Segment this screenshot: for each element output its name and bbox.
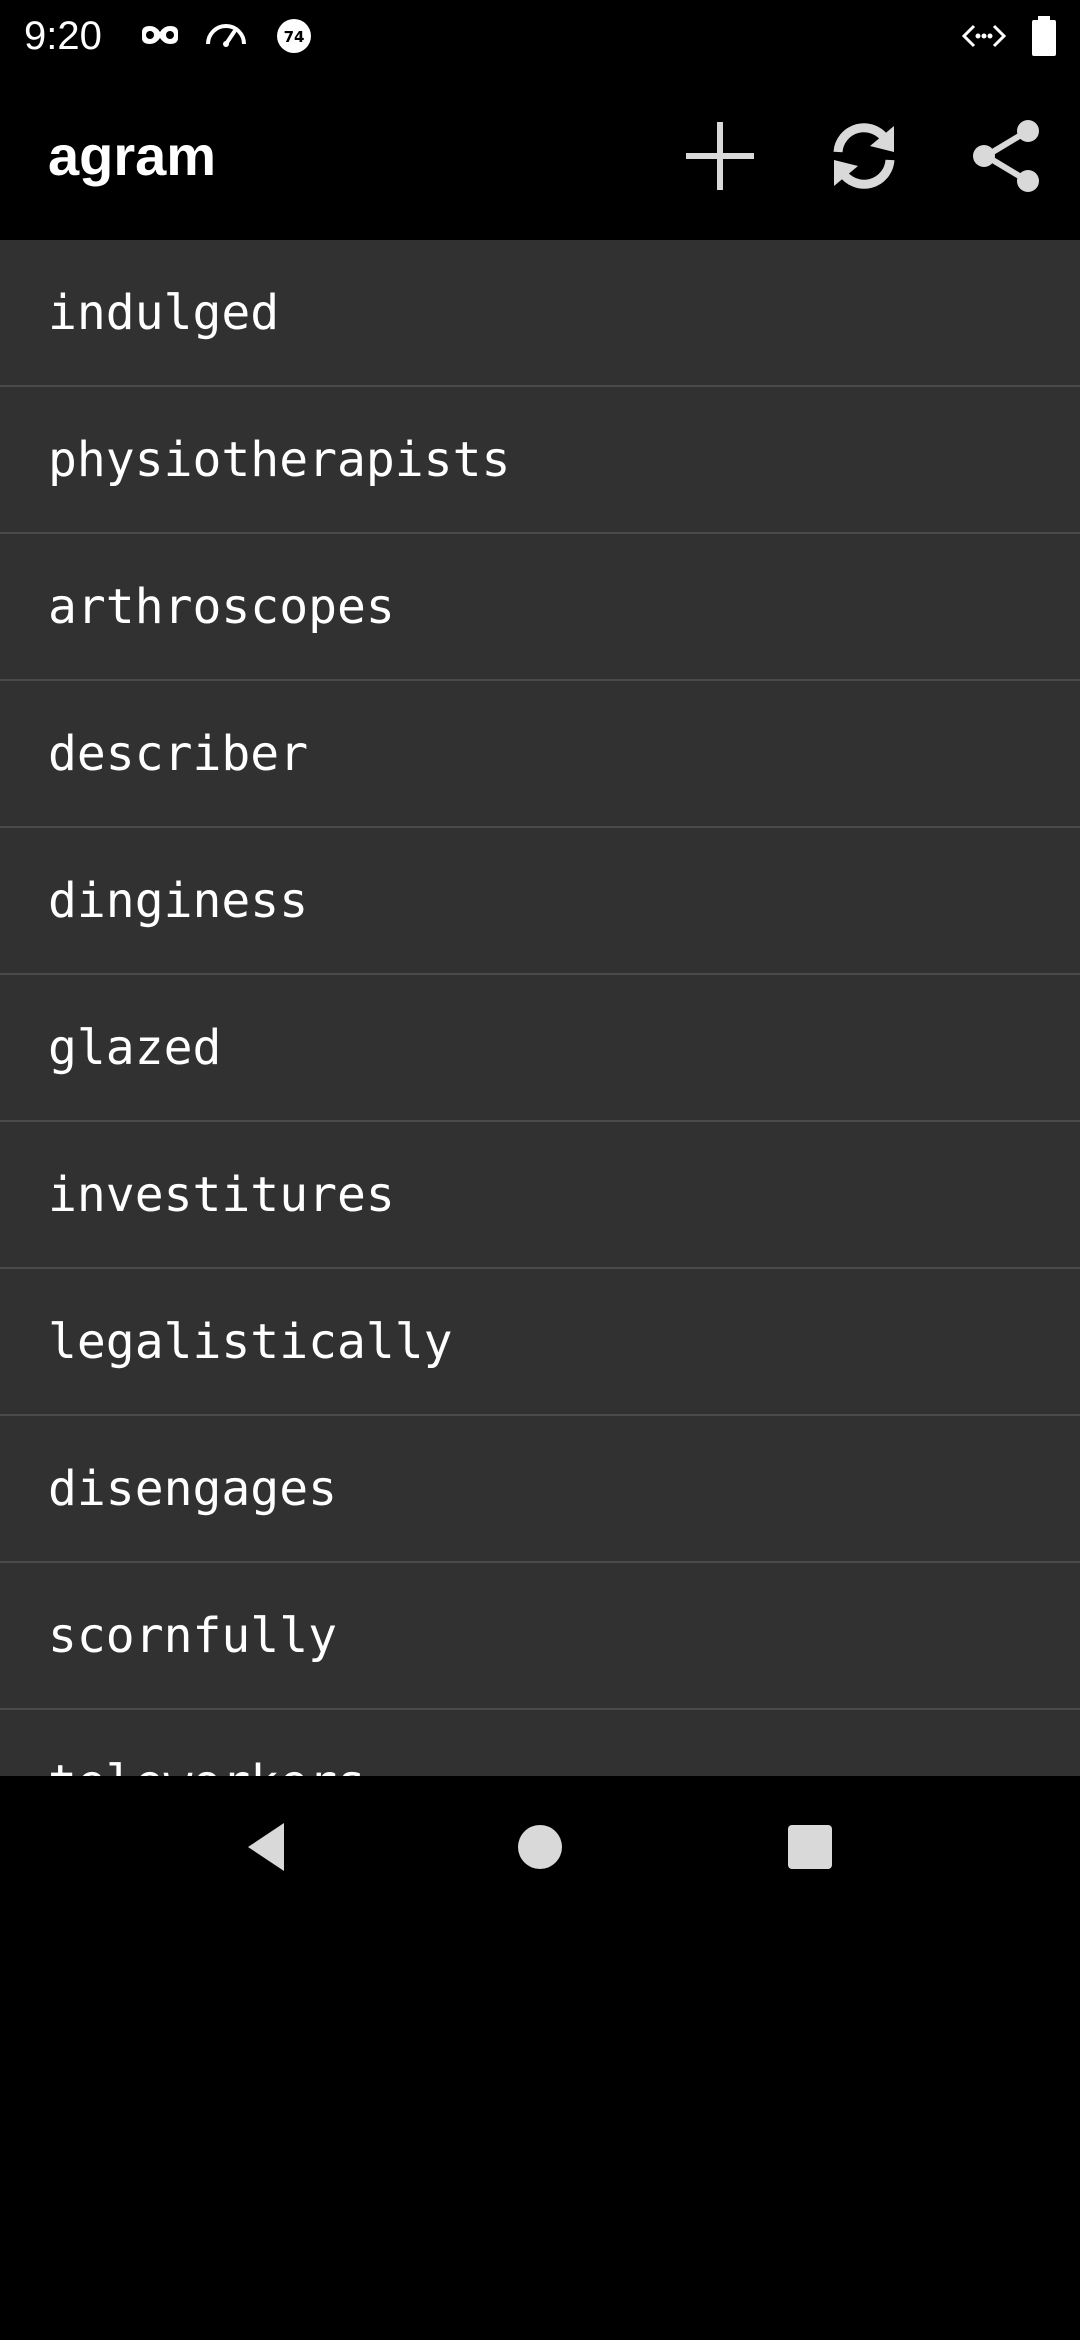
notification-badge-icon: 74 (272, 14, 316, 58)
home-button[interactable] (492, 1799, 588, 1895)
list-item[interactable]: arthroscopes (0, 534, 1080, 681)
share-button[interactable] (960, 108, 1056, 204)
home-icon (518, 1825, 562, 1869)
status-time: 9:20 (24, 14, 102, 58)
refresh-button[interactable] (816, 108, 912, 204)
refresh-icon (833, 123, 895, 189)
list-item[interactable]: teleworkers (0, 1710, 1080, 1777)
list-item[interactable]: investitures (0, 1122, 1080, 1269)
svg-text:74: 74 (284, 28, 305, 46)
back-icon (248, 1823, 284, 1871)
add-button[interactable] (672, 108, 768, 204)
app-title: agram (48, 124, 217, 187)
recents-button[interactable] (762, 1799, 858, 1895)
list-item[interactable]: legalistically (0, 1269, 1080, 1416)
list-item[interactable]: disengages (0, 1416, 1080, 1563)
word-list[interactable]: indulged physiotherapists arthroscopes d… (0, 240, 1080, 1776)
list-item[interactable]: glazed (0, 975, 1080, 1122)
add-icon (686, 122, 754, 190)
share-icon (973, 120, 1039, 192)
navigation-bar (0, 1776, 1080, 1918)
list-item[interactable]: dinginess (0, 828, 1080, 975)
list-item[interactable]: physiotherapists (0, 387, 1080, 534)
app-bar: agram (0, 72, 1080, 240)
back-button[interactable] (220, 1799, 316, 1895)
recents-icon (788, 1825, 832, 1869)
list-item[interactable]: scornfully (0, 1563, 1080, 1710)
status-bar: 9:20 74 (0, 0, 1080, 72)
list-item[interactable]: indulged (0, 240, 1080, 387)
list-item[interactable]: describer (0, 681, 1080, 828)
incognito-icon (138, 14, 182, 58)
code-icon (961, 14, 1007, 58)
speedometer-icon (204, 14, 248, 58)
battery-icon (1024, 14, 1064, 58)
